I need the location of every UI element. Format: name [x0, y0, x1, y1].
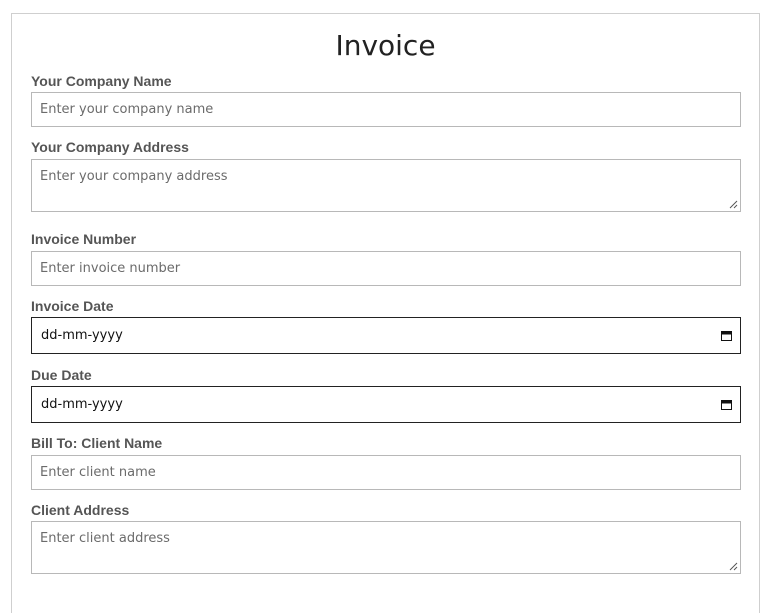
- calendar-icon[interactable]: [721, 399, 732, 410]
- resize-grip-icon[interactable]: [728, 561, 738, 571]
- client-name-label: Bill To: Client Name: [31, 435, 163, 451]
- company-address-wrapper: [12, 159, 761, 212]
- company-name-input[interactable]: [31, 92, 741, 127]
- resize-grip-icon[interactable]: [728, 199, 738, 209]
- invoice-form-card: Invoice Your Company Name Your Company A…: [11, 13, 760, 613]
- client-address-label: Client Address: [31, 502, 130, 518]
- company-address-label: Your Company Address: [31, 139, 189, 155]
- due-date-value: dd-mm-yyyy: [41, 397, 123, 412]
- invoice-date-value: dd-mm-yyyy: [41, 328, 123, 343]
- client-address-input[interactable]: [31, 521, 741, 574]
- invoice-number-input[interactable]: [31, 251, 741, 286]
- due-date-label: Due Date: [31, 367, 92, 383]
- client-name-input[interactable]: [31, 455, 741, 490]
- invoice-number-label: Invoice Number: [31, 231, 137, 247]
- invoice-date-input[interactable]: dd-mm-yyyy: [31, 317, 741, 354]
- company-name-label: Your Company Name: [31, 73, 172, 89]
- page-title: Invoice: [335, 29, 436, 62]
- calendar-icon[interactable]: [721, 330, 732, 341]
- company-address-input[interactable]: [31, 159, 741, 212]
- invoice-date-label: Invoice Date: [31, 298, 114, 314]
- client-address-wrapper: [12, 521, 761, 574]
- due-date-input[interactable]: dd-mm-yyyy: [31, 386, 741, 423]
